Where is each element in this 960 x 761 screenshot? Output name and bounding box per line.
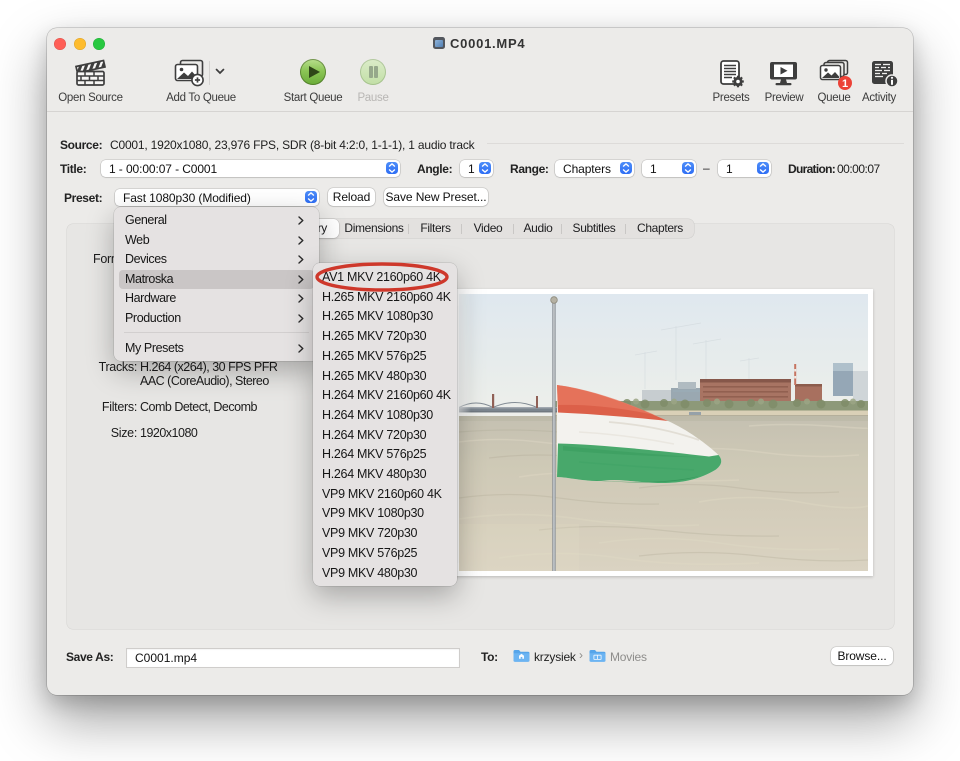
svg-text:1: 1 <box>842 78 848 90</box>
